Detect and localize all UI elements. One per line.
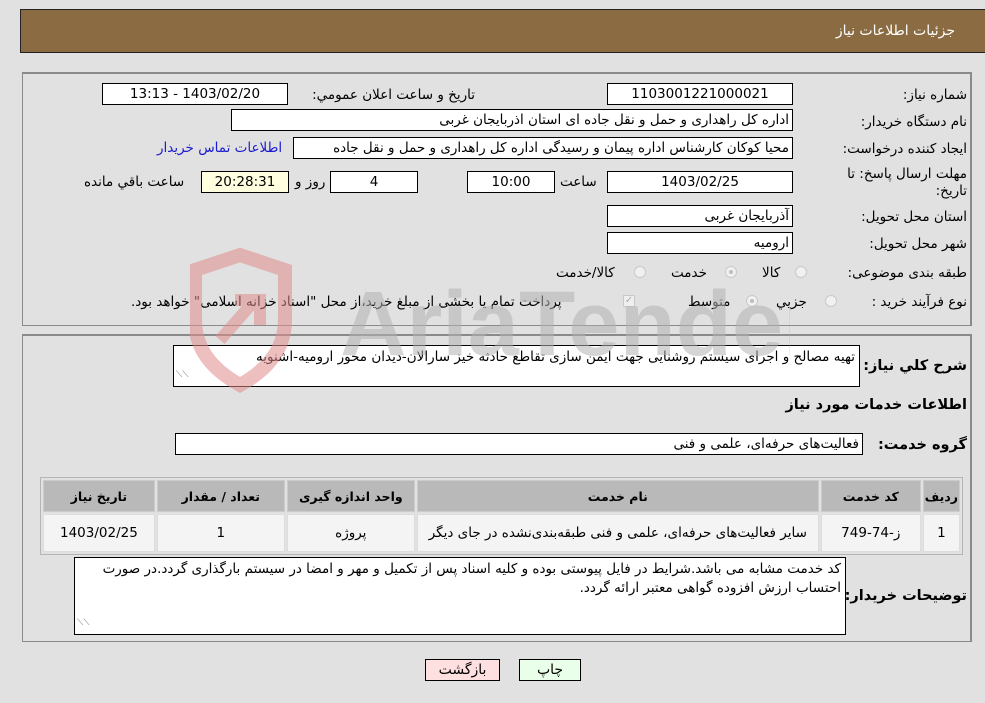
col-header-unit: واحد اندازه گیری: [286, 480, 415, 512]
buyer-org-label: نام دستگاه خریدار:: [860, 114, 967, 130]
category-label: طبقه بندی موضوعی:: [847, 265, 967, 281]
resize-grip-icon[interactable]: ⟋⟋: [176, 366, 189, 385]
category-option-service: خدمت: [671, 265, 707, 281]
deadline-label: مهلت ارسال پاسخ: تا تاریخ:: [847, 166, 967, 199]
services-section-title: اطلاعات خدمات مورد نياز: [785, 397, 967, 413]
category-radio-goods[interactable]: [795, 266, 807, 278]
days-label: روز و: [295, 174, 326, 190]
buyer-contact-link[interactable]: اطلاعات تماس خریدار: [157, 140, 282, 156]
page-title: جزئيات اطلاعات نياز: [835, 23, 955, 39]
process-option-minor: جزيي: [776, 294, 807, 310]
category-option-goods-service: کالا/خدمت: [556, 265, 615, 281]
city-label: شهر محل تحویل:: [869, 236, 967, 252]
city-field: ارومیه: [607, 232, 793, 254]
province-field: آذربایجان غربی: [607, 205, 793, 227]
remaining-time-field: 20:28:31: [201, 171, 289, 193]
col-header-quantity: تعداد / مقدار: [156, 480, 285, 512]
cell-service-name: سایر فعالیت‌های حرفه‌ای، علمی و فنی طبقه…: [416, 514, 819, 552]
category-radio-goods-service[interactable]: [634, 266, 646, 278]
col-header-need-date: تاریخ نیاز: [43, 480, 155, 512]
col-header-row-number: ردیف: [922, 480, 960, 512]
buyer-org-field: اداره کل راهداری و حمل و نقل جاده ای است…: [231, 109, 793, 131]
table-header-row: ردیف کد خدمت نام خدمت واحد اندازه گیری ت…: [43, 480, 960, 512]
table-row: 1 ز-74-749 سایر فعالیت‌های حرفه‌ای، علمی…: [43, 514, 960, 552]
remaining-label: ساعت باقي مانده: [84, 174, 185, 190]
creator-field: محیا کوکان کارشناس اداره پیمان و رسیدگی …: [293, 137, 793, 159]
buyer-notes-label: توضيحات خريدار:: [844, 588, 967, 604]
province-label: استان محل تحویل:: [861, 209, 967, 225]
deadline-date-field: 1403/02/25: [607, 171, 793, 193]
process-radio-medium[interactable]: [746, 295, 758, 307]
deadline-time-field: 10:00: [467, 171, 555, 193]
description-label: شرح كلي نياز:: [863, 358, 967, 374]
description-text: تهیه مصالح و اجرای سیستم روشنایی جهت ایم…: [256, 349, 855, 365]
cell-service-code: ز-74-749: [820, 514, 921, 552]
need-number-label: شماره نیاز:: [902, 87, 967, 103]
description-textarea[interactable]: تهیه مصالح و اجرای سیستم روشنایی جهت ایم…: [173, 345, 860, 387]
announce-datetime-field: 1403/02/20 - 13:13: [102, 83, 288, 105]
resize-grip-icon[interactable]: ⟋⟋: [77, 614, 90, 633]
col-header-service-name: نام خدمت: [416, 480, 819, 512]
col-header-service-code: کد خدمت: [820, 480, 921, 512]
process-option-medium: متوسط: [688, 294, 731, 310]
buyer-notes-text: کد خدمت مشابه می باشد.شرایط در فایل پیوس…: [102, 561, 841, 596]
buyer-notes-textarea[interactable]: کد خدمت مشابه می باشد.شرایط در فایل پیوس…: [74, 557, 846, 635]
need-number-field: 1103001221000021: [607, 83, 793, 105]
service-group-field: فعالیت‌های حرفه‌ای، علمی و فنی: [175, 433, 863, 455]
cell-need-date: 1403/02/25: [43, 514, 155, 552]
creator-label: ایجاد کننده درخواست:: [842, 141, 967, 157]
process-radio-minor[interactable]: [825, 295, 837, 307]
back-button[interactable]: بازگشت: [425, 659, 500, 681]
deadline-time-label: ساعت: [560, 174, 597, 190]
announce-label: تاريخ و ساعت اعلان عمومي:: [312, 87, 475, 103]
process-label: نوع فرآیند خرید :: [871, 294, 967, 310]
cell-unit: پروژه: [286, 514, 415, 552]
cell-quantity: 1: [156, 514, 285, 552]
treasury-checkbox[interactable]: ✓: [623, 295, 635, 307]
page-header: جزئيات اطلاعات نياز: [20, 9, 985, 53]
print-button[interactable]: چاپ: [519, 659, 581, 681]
treasury-note: پرداخت تمام یا بخشی از مبلغ خرید،از محل …: [131, 294, 562, 310]
category-option-goods: کالا: [762, 265, 781, 281]
services-table: ردیف کد خدمت نام خدمت واحد اندازه گیری ت…: [40, 477, 963, 555]
cell-row-number: 1: [922, 514, 960, 552]
service-group-label: گروه خدمت:: [877, 437, 967, 453]
days-remaining-field: 4: [330, 171, 418, 193]
category-radio-service[interactable]: [725, 266, 737, 278]
